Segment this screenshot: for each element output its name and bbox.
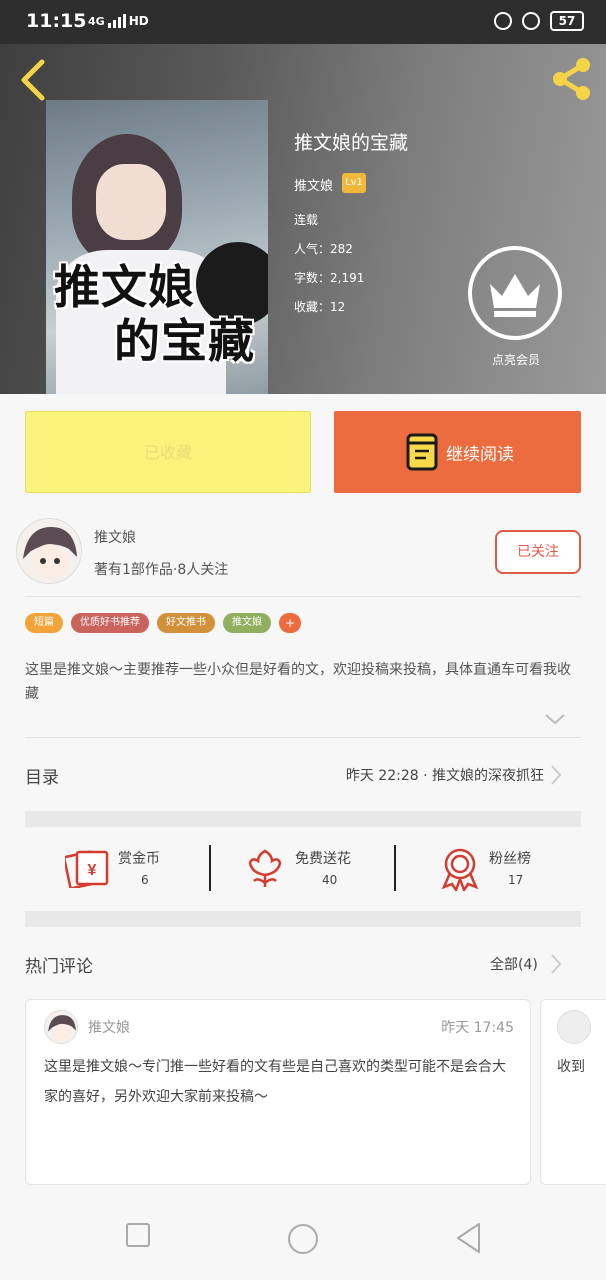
book-icon [406,433,438,471]
status-bar: 11:15 4G HD 57 [0,0,606,44]
catalog-label[interactable]: 目录 [25,763,59,788]
book-status: 连载 [294,213,319,227]
svg-text:¥: ¥ [88,862,97,879]
alarm-icon [522,12,540,30]
tag-item[interactable]: 好文推书 [157,613,215,633]
share-icon [553,58,590,100]
book-intro: 这里是推文娘～主要推荐一些小众但是好看的文，欢迎投稿来投稿，具体直通车可看我收藏 [25,662,571,702]
flower-icon [248,849,282,887]
network-type: 4G [88,15,105,28]
signal-icon [107,14,126,28]
free-flower-label: 免费送花 [295,851,351,867]
level-badge: Lv1 [342,173,366,193]
divider [209,845,211,891]
divider [394,845,396,891]
status-time: 11:15 [26,10,87,32]
commenter-avatar[interactable] [557,1010,591,1044]
network-indicator: 4G HD [88,14,149,28]
hot-comments-title: 热门评论 [25,957,93,977]
comment-text: 收到 [557,1059,585,1075]
tag-item[interactable]: 短篇 [25,613,63,633]
book-author[interactable]: 推文娘 [294,175,333,194]
member-button[interactable] [468,246,562,340]
tag-list: 短篇 优质好书推荐 好文推书 推文娘 + [25,613,301,633]
divider [25,596,581,597]
member-label: 点亮会员 [491,353,540,367]
recents-button[interactable] [125,1222,151,1248]
lock-rotation-icon [494,12,512,30]
chevron-right-icon[interactable] [549,953,563,975]
book-title: 推文娘的宝藏 [294,132,409,154]
back-nav-button[interactable] [455,1222,483,1254]
comment-card[interactable]: 推文娘 昨天 17:45 这里是推文娘～专门推一些好看的文有些是自己喜欢的类型可… [25,999,531,1185]
free-flower-value: 40 [322,873,338,887]
continue-reading-label: 继续阅读 [446,445,514,465]
author-stats: 著有1部作品·8人关注 [94,562,229,578]
reward-coins-label: 赏金币 [118,851,160,867]
crown-icon [490,274,540,317]
system-nav-bar [0,1200,606,1280]
battery-icon: 57 [550,11,584,31]
comment-card[interactable]: 收到 [540,999,606,1185]
hd-label: HD [128,14,149,28]
tag-item[interactable]: 推文娘 [223,613,271,633]
section-divider [25,811,581,827]
chevron-left-icon [21,59,45,101]
avatar-image [17,519,81,583]
avatar-image [45,1011,77,1043]
cover-title: 推文娘 的宝藏 [54,260,255,368]
commenter-avatar[interactable] [44,1010,78,1044]
add-tag-button[interactable]: + [279,613,301,633]
chevron-right-icon[interactable] [549,764,563,786]
book-header: 11:15 4G HD 57 推文娘 的宝藏 推文娘的宝藏 推文娘 Lv1 连载… [0,0,606,394]
divider [25,737,581,738]
back-button[interactable] [16,58,52,102]
battery-level: 57 [558,14,576,28]
section-divider [25,911,581,927]
continue-reading-button[interactable]: 继续阅读 [334,411,581,493]
book-popularity: 人气：282 [294,242,353,256]
fan-ranking-label: 粉丝榜 [489,851,531,867]
follow-button[interactable]: 已关注 [495,530,581,574]
reward-coins-value: 6 [141,873,149,887]
author-name[interactable]: 推文娘 [94,527,136,547]
book-word-count: 字数：2,191 [294,271,365,285]
home-button[interactable] [287,1223,319,1255]
comment-author[interactable]: 推文娘 [88,1017,130,1037]
author-avatar[interactable] [16,518,82,584]
reward-coin-icon: ¥ [65,850,109,888]
chevron-down-icon[interactable] [544,712,566,726]
fan-ranking-value: 17 [508,873,524,887]
latest-chapter[interactable]: 昨天 22:28 · 推文娘的深夜抓狂 [346,765,544,785]
reward-coins-stat[interactable]: ¥ 赏金币 6 [65,845,185,891]
medal-icon [441,848,479,891]
book-collections: 收藏：12 [294,300,346,314]
book-cover[interactable]: 推文娘 的宝藏 [46,100,268,394]
share-button[interactable] [550,56,594,102]
collected-button[interactable]: 已收藏 [25,411,311,493]
status-icons: 57 [494,11,584,31]
fan-ranking-stat[interactable]: 粉丝榜 17 [440,845,550,891]
tag-item[interactable]: 优质好书推荐 [71,613,149,633]
comment-time: 昨天 17:45 [441,1020,514,1036]
free-flower-stat[interactable]: 免费送花 40 [246,845,376,891]
comment-text: 这里是推文娘～专门推一些好看的文有些是自己喜欢的类型可能不是会合大家的喜好，另外… [44,1059,506,1105]
all-comments-link[interactable]: 全部(4) [490,954,538,974]
